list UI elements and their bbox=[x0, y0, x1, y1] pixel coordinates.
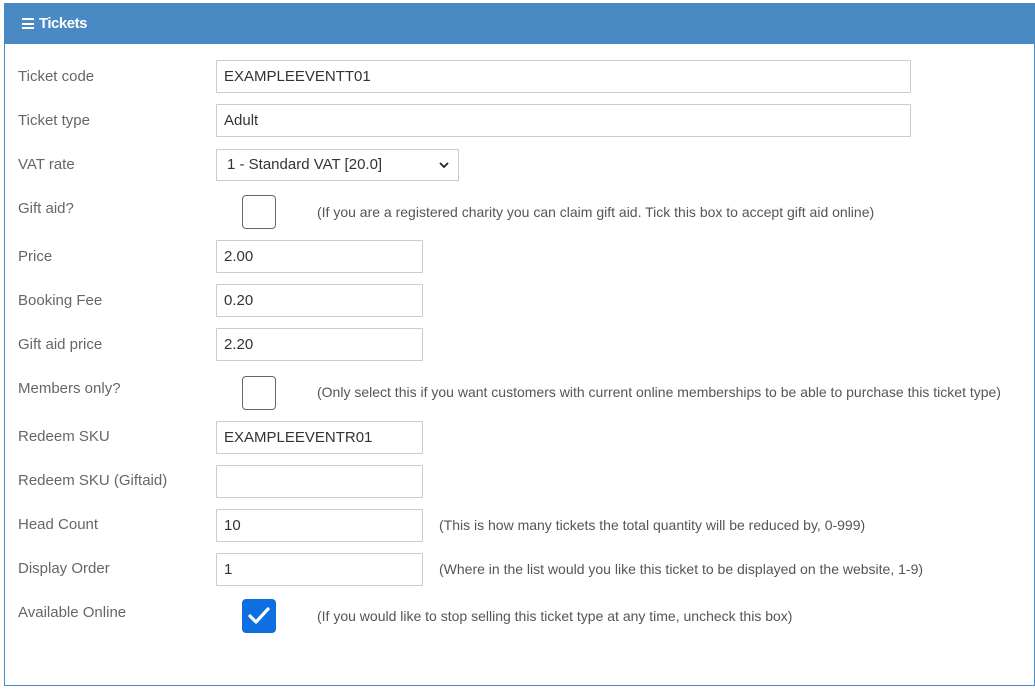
available-online-label: Available Online bbox=[18, 604, 127, 621]
members-only-label: Members only? bbox=[18, 380, 121, 397]
vat-rate-select[interactable]: 1 - Standard VAT [20.0] bbox=[216, 149, 459, 181]
display-order-label: Display Order bbox=[18, 560, 110, 577]
gift-aid-price-input[interactable] bbox=[216, 328, 423, 361]
ticket-code-label: Ticket code bbox=[18, 68, 95, 85]
gift-aid-price-label: Gift aid price bbox=[18, 336, 103, 353]
members-only-checkbox[interactable] bbox=[242, 376, 276, 410]
menu-icon bbox=[22, 18, 34, 29]
chevron-down-icon bbox=[439, 162, 449, 169]
panel-header: Tickets bbox=[5, 4, 1034, 44]
head-count-hint: (This is how many tickets the total quan… bbox=[439, 517, 866, 533]
gift-aid-hint: (If you are a registered charity you can… bbox=[317, 204, 875, 220]
head-count-input[interactable] bbox=[216, 509, 423, 542]
ticket-type-label: Ticket type bbox=[18, 112, 90, 129]
redeem-sku-giftaid-input[interactable] bbox=[216, 465, 423, 498]
available-online-checkbox[interactable] bbox=[242, 599, 276, 633]
redeem-sku-label: Redeem SKU bbox=[18, 428, 110, 445]
panel-title: Tickets bbox=[39, 15, 87, 32]
redeem-sku-input[interactable] bbox=[216, 421, 423, 454]
vat-rate-label: VAT rate bbox=[18, 156, 75, 173]
ticket-code-input[interactable] bbox=[216, 60, 911, 93]
price-input[interactable] bbox=[216, 240, 423, 273]
head-count-label: Head Count bbox=[18, 516, 99, 533]
members-only-hint: (Only select this if you want customers … bbox=[317, 384, 1001, 400]
price-label: Price bbox=[18, 248, 53, 265]
booking-fee-label: Booking Fee bbox=[18, 292, 103, 309]
redeem-sku-giftaid-label: Redeem SKU (Giftaid) bbox=[18, 472, 168, 489]
display-order-hint: (Where in the list would you like this t… bbox=[439, 561, 924, 577]
vat-rate-selected: 1 - Standard VAT [20.0] bbox=[227, 156, 383, 173]
ticket-type-input[interactable] bbox=[216, 104, 911, 137]
available-online-hint: (If you would like to stop selling this … bbox=[317, 608, 793, 624]
gift-aid-label: Gift aid? bbox=[18, 200, 74, 217]
gift-aid-checkbox[interactable] bbox=[242, 195, 276, 229]
display-order-input[interactable] bbox=[216, 553, 423, 586]
checkmark-icon bbox=[248, 607, 270, 624]
booking-fee-input[interactable] bbox=[216, 284, 423, 317]
